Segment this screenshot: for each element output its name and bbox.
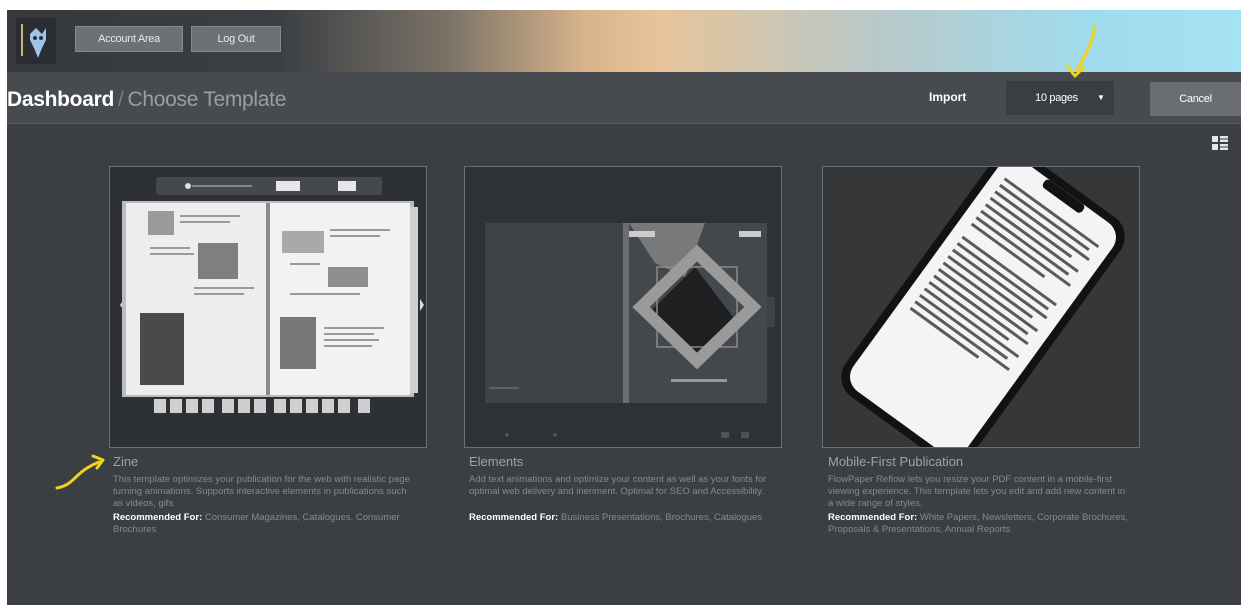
pages-dropdown[interactable]: 10 pages ▼ [1006, 81, 1114, 115]
top-bar: Account Area Log Out [7, 10, 1241, 72]
template-thumbnail-zine[interactable] [109, 166, 427, 448]
template-title[interactable]: Zine [113, 454, 413, 469]
template-recommended: Recommended For: Business Presentations,… [469, 512, 769, 524]
cancel-button[interactable]: Cancel [1150, 82, 1241, 116]
page-header: Dashboard / Choose Template Import 10 page… [7, 72, 1241, 124]
template-recommended: Recommended For: Consumer Magazines, Cat… [113, 512, 413, 536]
template-description: Add text animations and optimize your co… [469, 474, 767, 497]
chevron-down-icon: ▼ [1097, 93, 1105, 102]
template-description: This template optimizes your publication… [113, 474, 410, 509]
recommended-value: Business Presentations, Brochures, Catal… [560, 512, 763, 523]
app-window: Account Area Log Out Dashboard / Choose Te… [7, 10, 1241, 605]
account-area-button[interactable]: Account Area [75, 26, 183, 52]
logout-button[interactable]: Log Out [191, 26, 281, 52]
template-title[interactable]: Elements [469, 454, 769, 469]
page-title: Choose Template [127, 88, 287, 111]
template-recommended: Recommended For: White Papers, Newslette… [828, 512, 1128, 536]
breadcrumb-dashboard-link[interactable]: Dashboard [7, 88, 114, 111]
template-thumbnail-elements[interactable] [464, 166, 782, 448]
grid-view-icon[interactable] [1212, 136, 1228, 150]
recommended-label: Recommended For: [469, 512, 559, 523]
import-label: Import [929, 90, 967, 104]
logo [16, 18, 56, 64]
template-title[interactable]: Mobile-First Publication [828, 454, 1128, 469]
template-thumbnail-mobile-first[interactable] [822, 166, 1140, 448]
recommended-label: Recommended For: [113, 512, 203, 523]
breadcrumb: Dashboard / Choose Template [7, 88, 286, 112]
pages-dropdown-value: 10 pages [1035, 92, 1078, 104]
recommended-label: Recommended For: [828, 512, 918, 523]
template-description: FlowPaper Reflow lets you resize your PD… [828, 474, 1126, 509]
breadcrumb-separator: / [118, 88, 124, 111]
annotation-arrow-icon [55, 454, 105, 490]
